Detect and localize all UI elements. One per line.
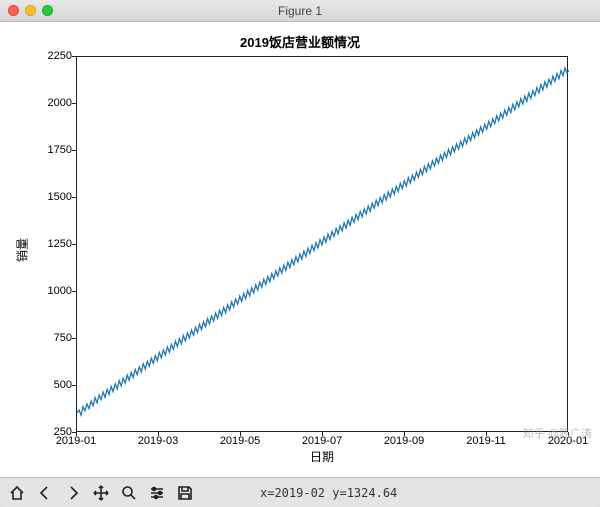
window-title: Figure 1 (0, 4, 600, 18)
zoom-button[interactable] (116, 481, 142, 505)
figure-canvas[interactable]: 2019饭店营业额情况 销量 日期 2505007501000125015001… (0, 22, 600, 477)
y-tick-label: 1000 (32, 285, 72, 297)
y-tick-label: 2250 (32, 50, 72, 62)
y-tick-label: 1250 (32, 238, 72, 250)
y-tick-label: 1750 (32, 144, 72, 156)
chart-title: 2019饭店营业额情况 (0, 22, 600, 51)
y-tick-label: 1500 (32, 191, 72, 203)
x-axis-label: 日期 (76, 448, 568, 465)
back-button[interactable] (32, 481, 58, 505)
y-axis-label: 销量 (14, 237, 31, 261)
home-button[interactable] (4, 481, 30, 505)
save-button[interactable] (172, 481, 198, 505)
x-tick-label: 2019-09 (384, 435, 424, 447)
titlebar: Figure 1 (0, 0, 600, 22)
y-tick-label: 2000 (32, 97, 72, 109)
plot-area (76, 56, 568, 432)
configure-button[interactable] (144, 481, 170, 505)
forward-button[interactable] (60, 481, 86, 505)
pan-button[interactable] (88, 481, 114, 505)
x-tick-label: 2019-01 (56, 435, 96, 447)
x-tick-label: 2019-03 (138, 435, 178, 447)
x-tick-label: 2019-11 (466, 435, 506, 447)
x-tick-label: 2019-05 (220, 435, 260, 447)
y-tick-label: 500 (32, 379, 72, 391)
toolbar: x=2019-02 y=1324.64 (0, 477, 600, 507)
y-tick-label: 750 (32, 332, 72, 344)
cursor-coords: x=2019-02 y=1324.64 (260, 486, 397, 500)
x-tick-label: 2020-01 (548, 435, 588, 447)
data-line (77, 68, 569, 415)
app-window: Figure 1 2019饭店营业额情况 销量 日期 2505007501000… (0, 0, 600, 507)
x-tick-label: 2019-07 (302, 435, 342, 447)
